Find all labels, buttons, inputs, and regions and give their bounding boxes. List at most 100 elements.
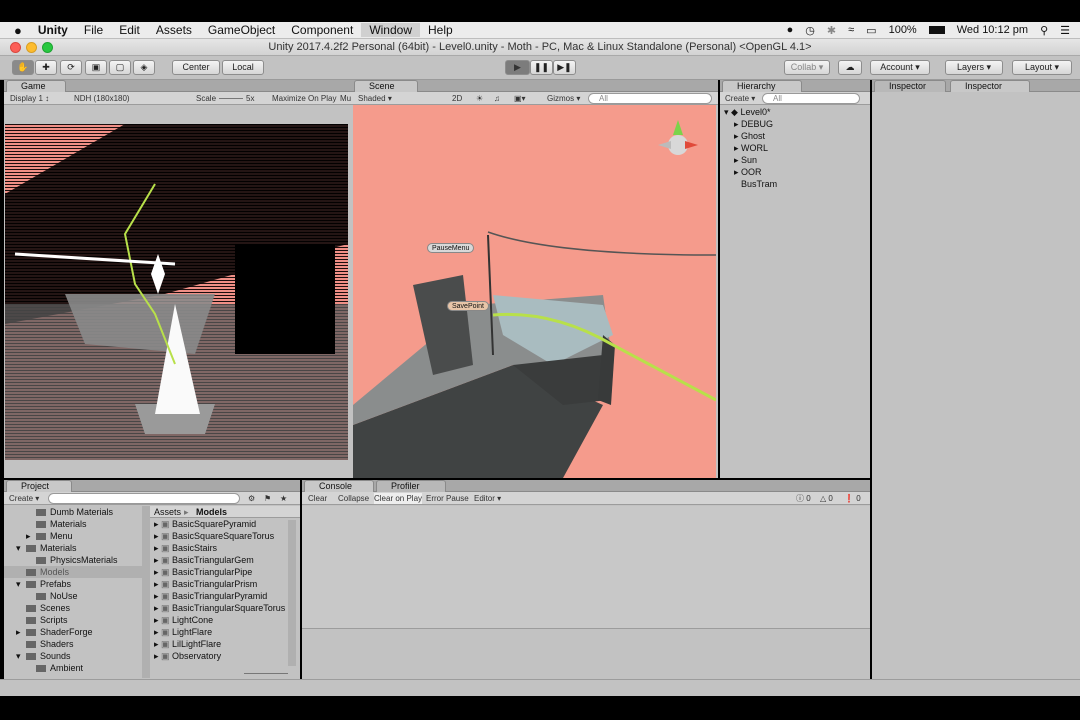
- expand-right-icon[interactable]: ▸: [154, 627, 161, 637]
- notification-center-icon[interactable]: ☰: [1060, 24, 1070, 37]
- menu-component[interactable]: Component: [283, 23, 361, 37]
- asset-item[interactable]: ▸ ▣ BasicStairs: [154, 542, 217, 554]
- folder-item[interactable]: ▾ Prefabs: [4, 578, 142, 590]
- scene-root-item[interactable]: ▾ ◆ Level0*: [724, 106, 771, 118]
- hierarchy-search-input[interactable]: All: [762, 93, 860, 104]
- maximize-on-play-toggle[interactable]: Maximize On Play: [272, 93, 338, 104]
- expand-down-icon[interactable]: ▾: [16, 578, 21, 590]
- hierarchy-item-debug[interactable]: ▸ DEBUG: [734, 118, 773, 130]
- tab-inspector-1[interactable]: Inspector: [874, 80, 946, 92]
- battery-percent[interactable]: 100%: [889, 24, 917, 36]
- expand-down-icon[interactable]: ▾: [16, 650, 21, 662]
- folder-item[interactable]: ▸ Menu: [4, 530, 142, 542]
- asset-item[interactable]: ▸ ▣ LightFlare: [154, 626, 212, 638]
- display-dropdown[interactable]: Display 1 ↕: [10, 93, 70, 104]
- icon-size-slider[interactable]: [244, 673, 288, 674]
- console-warning-count[interactable]: △ 0: [820, 493, 840, 504]
- layers-dropdown[interactable]: Layers ▾: [945, 60, 1003, 75]
- console-error-count[interactable]: ❗ 0: [844, 493, 866, 504]
- resolution-dropdown[interactable]: NDH (180x180): [74, 93, 192, 104]
- tab-profiler[interactable]: Profiler: [376, 480, 446, 492]
- gizmos-dropdown[interactable]: Gizmos ▾: [547, 93, 581, 104]
- hierarchy-item-worl[interactable]: ▸ WORL: [734, 142, 768, 154]
- hierarchy-item-oor[interactable]: ▸ OOR: [734, 166, 762, 178]
- expand-right-icon[interactable]: ▸: [154, 591, 161, 601]
- step-button[interactable]: ▶❚: [553, 60, 576, 75]
- scene-viewport[interactable]: PauseMenu SavePoint: [353, 105, 716, 478]
- menu-assets[interactable]: Assets: [148, 23, 200, 37]
- game-viewport[interactable]: [5, 124, 348, 460]
- asset-item[interactable]: ▸ ▣ BasicTriangularPipe: [154, 566, 252, 578]
- minimize-button[interactable]: [26, 42, 37, 53]
- play-button[interactable]: ▶: [505, 60, 530, 75]
- effects-dropdown-icon[interactable]: ▣▾: [514, 93, 534, 104]
- console-collapse-toggle[interactable]: Collapse: [338, 493, 370, 504]
- transform-tool-button[interactable]: ◈: [133, 60, 155, 75]
- pivot-local-button[interactable]: Local: [222, 60, 264, 75]
- account-dropdown[interactable]: Account ▾: [870, 60, 930, 75]
- folder-item[interactable]: Models: [4, 566, 142, 578]
- tab-game[interactable]: Game: [6, 80, 66, 92]
- apple-icon[interactable]: ●: [0, 23, 30, 38]
- folder-item[interactable]: Ambient: [4, 662, 142, 674]
- pause-menu-label[interactable]: PauseMenu: [427, 243, 475, 253]
- console-editor-dropdown[interactable]: Editor ▾: [474, 493, 504, 504]
- expand-right-icon[interactable]: ▸: [154, 579, 161, 589]
- expand-right-icon[interactable]: ▸: [154, 543, 161, 553]
- asset-item[interactable]: ▸ ▣ BasicTriangularGem: [154, 554, 254, 566]
- tab-scene[interactable]: Scene: [354, 80, 418, 92]
- asset-item[interactable]: ▸ ▣ BasicSquarePyramid: [154, 518, 256, 530]
- expand-right-icon[interactable]: ▸: [154, 603, 161, 613]
- spotlight-icon[interactable]: ⚲: [1040, 24, 1048, 37]
- save-point-label[interactable]: SavePoint: [447, 301, 489, 311]
- folder-item[interactable]: Scenes: [4, 602, 142, 614]
- console-clear-button[interactable]: Clear: [308, 493, 330, 504]
- hierarchy-item-sun[interactable]: ▸ Sun: [734, 154, 757, 166]
- expand-right-icon[interactable]: ▸: [26, 530, 31, 542]
- tree-scrollbar[interactable]: [142, 506, 150, 678]
- scale-tool-button[interactable]: ▣: [85, 60, 107, 75]
- hierarchy-item-bustram[interactable]: BusTram: [741, 178, 777, 190]
- folder-item[interactable]: PhysicsMaterials: [4, 554, 142, 566]
- file-list-scrollbar[interactable]: [288, 520, 296, 666]
- wifi-icon[interactable]: ≈: [848, 24, 854, 36]
- folder-item[interactable]: ▸ ShaderForge: [4, 626, 142, 638]
- folder-item[interactable]: Dumb Materials: [4, 506, 142, 518]
- asset-item[interactable]: ▸ ▣ BasicSquareSquareTorus: [154, 530, 274, 542]
- asset-item[interactable]: ▸ ▣ LilLightFlare: [154, 638, 221, 650]
- collab-button[interactable]: Collab ▾: [784, 60, 830, 75]
- asset-item[interactable]: ▸ ▣ BasicTriangularSquareTorus: [154, 602, 285, 614]
- close-button[interactable]: [10, 42, 21, 53]
- project-search-input[interactable]: [48, 493, 240, 504]
- shading-mode-dropdown[interactable]: Shaded ▾: [358, 93, 446, 104]
- move-tool-button[interactable]: ✚: [35, 60, 57, 75]
- status-app-icon[interactable]: ●: [787, 24, 794, 36]
- console-error-pause-toggle[interactable]: Error Pause: [426, 493, 470, 504]
- expand-right-icon[interactable]: ▸: [154, 555, 161, 565]
- clock[interactable]: Wed 10:12 pm: [957, 24, 1028, 36]
- menu-gameobject[interactable]: GameObject: [200, 23, 283, 37]
- pause-button[interactable]: ❚❚: [530, 60, 553, 75]
- asset-item[interactable]: ▸ ▣ BasicTriangularPyramid: [154, 590, 267, 602]
- 2d-toggle[interactable]: 2D: [452, 93, 466, 104]
- hierarchy-item-ghost[interactable]: ▸ Ghost: [734, 130, 765, 142]
- expand-down-icon[interactable]: ▾: [16, 542, 21, 554]
- menu-help[interactable]: Help: [420, 23, 461, 37]
- asset-item[interactable]: ▸ ▣ Observatory: [154, 650, 221, 662]
- mute-audio-toggle[interactable]: Mu: [340, 93, 352, 104]
- tab-project[interactable]: Project: [6, 480, 72, 492]
- expand-right-icon[interactable]: ▸: [16, 626, 21, 638]
- console-log-count[interactable]: ⓘ 0: [796, 493, 816, 504]
- tab-inspector-2[interactable]: Inspector: [950, 80, 1030, 92]
- hand-tool-button[interactable]: ✋: [12, 60, 34, 75]
- lighting-toggle-icon[interactable]: ☀: [476, 93, 488, 104]
- menu-window[interactable]: Window: [361, 23, 420, 37]
- scene-orientation-gizmo[interactable]: [658, 120, 698, 155]
- breadcrumb-assets[interactable]: Assets: [154, 506, 181, 518]
- layout-dropdown[interactable]: Layout ▾: [1012, 60, 1072, 75]
- expand-right-icon[interactable]: ▸: [154, 651, 161, 661]
- asset-item[interactable]: ▸ ▣ LightCone: [154, 614, 213, 626]
- console-log-area[interactable]: [302, 506, 870, 629]
- hierarchy-create-dropdown[interactable]: Create ▾: [725, 93, 759, 104]
- cloud-button[interactable]: ☁: [838, 60, 862, 75]
